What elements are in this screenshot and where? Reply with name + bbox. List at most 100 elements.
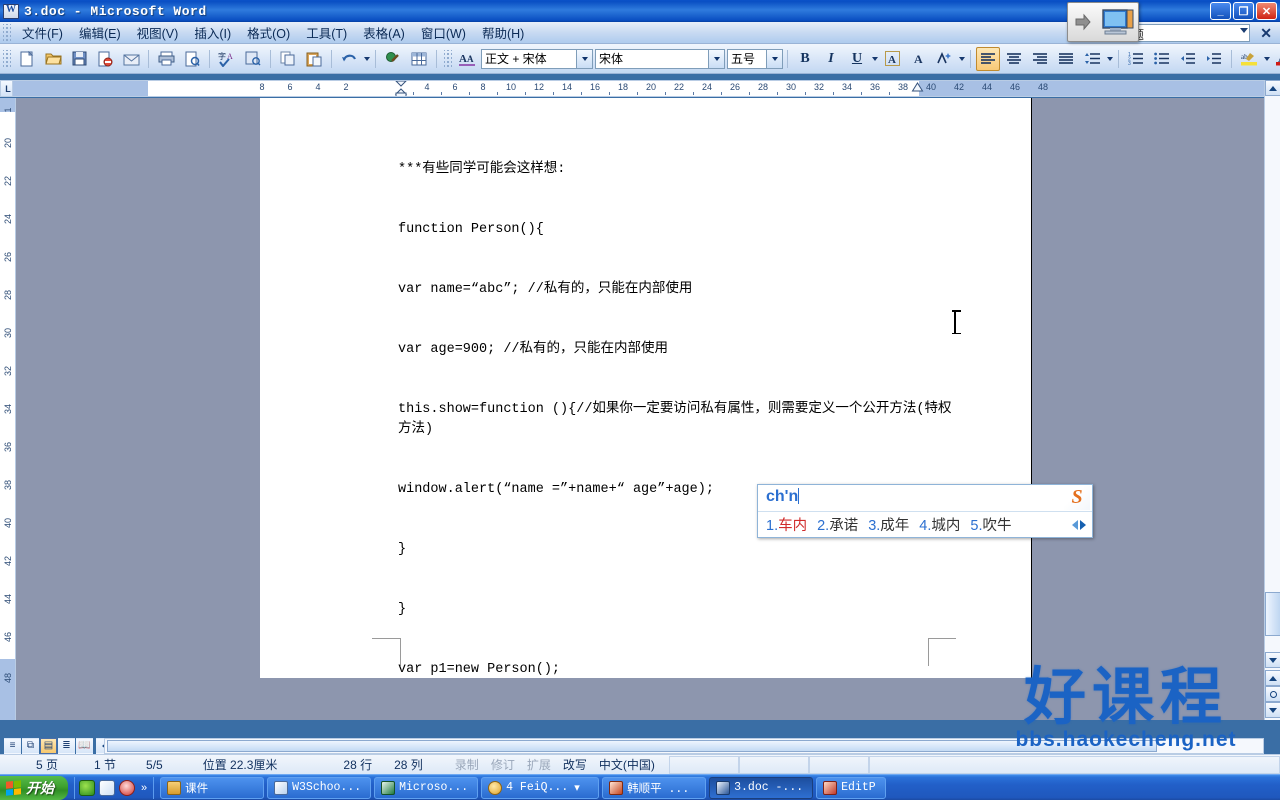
- undo-icon[interactable]: [337, 47, 361, 71]
- close-button[interactable]: ✕: [1256, 2, 1277, 20]
- document-page[interactable]: ***有些同学可能会这样想: function Person(){ var na…: [260, 98, 1032, 678]
- highlight-icon[interactable]: ab: [1237, 47, 1261, 71]
- character-scaling-dropdown-icon[interactable]: [957, 48, 966, 70]
- ime-candidate-3[interactable]: 3.成年: [868, 514, 909, 535]
- menu-table[interactable]: 表格(A): [355, 21, 413, 44]
- close-document-button[interactable]: ✕: [1260, 25, 1272, 42]
- web-layout-view-icon[interactable]: ⧉: [22, 737, 39, 754]
- menu-grip-handle[interactable]: [3, 23, 11, 42]
- status-language[interactable]: 中文(中国): [593, 756, 661, 773]
- font-color-icon[interactable]: A: [1272, 47, 1280, 71]
- next-page-button[interactable]: [1265, 702, 1280, 718]
- minimize-button[interactable]: _: [1210, 2, 1231, 20]
- line-spacing-icon[interactable]: [1080, 47, 1104, 71]
- ime-page-nav[interactable]: [1072, 519, 1088, 530]
- ask-dropdown-icon[interactable]: [1240, 28, 1248, 33]
- align-right-icon[interactable]: [1028, 47, 1052, 71]
- underline-dropdown-icon[interactable]: [870, 48, 879, 70]
- taskbar-item-word-active[interactable]: 3.doc -...: [709, 776, 814, 799]
- vertical-scrollbar[interactable]: [1264, 80, 1280, 720]
- menu-tools[interactable]: 工具(T): [298, 21, 355, 44]
- menu-edit[interactable]: 编辑(E): [71, 21, 129, 44]
- scroll-down-button[interactable]: [1265, 652, 1280, 668]
- insert-hyperlink-icon[interactable]: [381, 47, 405, 71]
- standard-toolbar-grip[interactable]: [3, 49, 11, 68]
- restore-button[interactable]: ❐: [1233, 2, 1254, 20]
- qq-icon[interactable]: [119, 779, 135, 796]
- open-folder-icon[interactable]: [41, 47, 65, 71]
- font-dropdown-icon[interactable]: [708, 49, 724, 68]
- outline-view-icon[interactable]: ≣: [58, 737, 75, 754]
- undo-dropdown-icon[interactable]: [362, 48, 371, 70]
- menu-insert[interactable]: 插入(I): [186, 21, 239, 44]
- status-track-changes[interactable]: 修订: [485, 756, 521, 773]
- display-monitor-icon[interactable]: [1101, 7, 1135, 37]
- taskbar-item-excel[interactable]: Microso...: [374, 776, 479, 799]
- horizontal-ruler[interactable]: 8 6 4 2 4 6 8 10 12 14 16 18 20 22 24 26…: [12, 80, 1268, 97]
- formatting-toolbar-grip[interactable]: [444, 49, 452, 68]
- new-document-icon[interactable]: [15, 47, 39, 71]
- floating-toolbar[interactable]: [1067, 2, 1139, 42]
- character-scaling-icon[interactable]: [932, 47, 956, 71]
- style-dropdown-icon[interactable]: [576, 49, 592, 68]
- increase-indent-icon[interactable]: [1202, 47, 1226, 71]
- highlight-dropdown-icon[interactable]: [1262, 48, 1271, 70]
- character-border-icon[interactable]: A: [906, 47, 930, 71]
- horizontal-scroll-thumb[interactable]: [107, 740, 1157, 752]
- horizontal-scrollbar[interactable]: [104, 738, 1264, 754]
- spelling-check-icon[interactable]: 字A: [215, 47, 239, 71]
- menu-file[interactable]: 文件(F): [14, 21, 71, 44]
- italic-button[interactable]: I: [819, 47, 843, 71]
- scroll-up-button[interactable]: [1265, 80, 1280, 96]
- align-justify-icon[interactable]: [1054, 47, 1078, 71]
- menu-help[interactable]: 帮助(H): [474, 21, 532, 44]
- select-browse-object-button[interactable]: [1265, 686, 1280, 702]
- ime-candidate-2[interactable]: 2.承诺: [817, 514, 858, 535]
- more-chevrons-icon[interactable]: »: [139, 782, 149, 794]
- print-icon[interactable]: [154, 47, 178, 71]
- taskbar-item-editplus[interactable]: EditP: [816, 776, 887, 799]
- ime-candidate-1[interactable]: 1.车内: [766, 514, 807, 535]
- email-icon[interactable]: [119, 47, 143, 71]
- font-color-a-icon[interactable]: A: [880, 47, 904, 71]
- menu-window[interactable]: 窗口(W): [413, 21, 474, 44]
- status-extend-selection[interactable]: 扩展: [521, 756, 557, 773]
- numbered-list-icon[interactable]: 123: [1124, 47, 1148, 71]
- decrease-indent-icon[interactable]: [1176, 47, 1200, 71]
- font-combo[interactable]: 宋体: [595, 48, 725, 69]
- paste-icon[interactable]: [302, 47, 326, 71]
- move-right-arrow-icon[interactable]: [1071, 10, 1095, 34]
- reading-layout-view-icon[interactable]: 📖: [76, 737, 93, 754]
- styles-and-formatting-icon[interactable]: AA: [456, 47, 480, 71]
- ime-candidate-4[interactable]: 4.城内: [919, 514, 960, 535]
- taskbar-item-powerpoint[interactable]: 韩顺平 ...: [602, 776, 707, 799]
- arrow-right-icon[interactable]: [1080, 519, 1086, 530]
- arrow-left-icon[interactable]: [1072, 519, 1078, 530]
- taskbar-item-feiq-group[interactable]: 4 FeiQ... ▾: [481, 776, 600, 799]
- menu-view[interactable]: 视图(V): [129, 21, 187, 44]
- research-icon[interactable]: [241, 47, 265, 71]
- chevron-down-icon[interactable]: ▾: [572, 781, 582, 795]
- vertical-scroll-thumb[interactable]: [1265, 592, 1280, 636]
- save-icon[interactable]: [67, 47, 91, 71]
- permission-icon[interactable]: [93, 47, 117, 71]
- print-preview-icon[interactable]: [180, 47, 204, 71]
- ime-candidate-5[interactable]: 5.吹牛: [970, 514, 1011, 535]
- menu-format[interactable]: 格式(O): [239, 21, 298, 44]
- right-indent-marker[interactable]: [911, 82, 924, 94]
- vertical-ruler[interactable]: 1 20 22 24 26 28 30 32 34 36 38 40 42 44…: [0, 98, 16, 720]
- font-size-combo[interactable]: 五号: [727, 48, 783, 69]
- ime-candidate-window[interactable]: ch'n 1.车内 2.承诺 3.成年 4.城内 5.吹牛 S: [757, 484, 1093, 538]
- status-overtype[interactable]: 改写: [557, 756, 593, 773]
- bold-button[interactable]: B: [793, 47, 817, 71]
- taskbar-item-w3school[interactable]: W3Schoo...: [267, 776, 372, 799]
- align-left-icon[interactable]: [976, 46, 1000, 71]
- first-line-indent-marker[interactable]: [394, 81, 408, 96]
- document-workspace[interactable]: ***有些同学可能会这样想: function Person(){ var na…: [16, 98, 1264, 720]
- normal-view-icon[interactable]: ≡: [4, 737, 21, 754]
- document-body-text[interactable]: ***有些同学可能会这样想: function Person(){ var na…: [398, 120, 958, 720]
- taskbar-item-folder[interactable]: 课件: [160, 776, 265, 799]
- previous-page-button[interactable]: [1265, 670, 1280, 686]
- insert-table-icon[interactable]: [407, 47, 431, 71]
- start-button[interactable]: 开始: [0, 775, 68, 800]
